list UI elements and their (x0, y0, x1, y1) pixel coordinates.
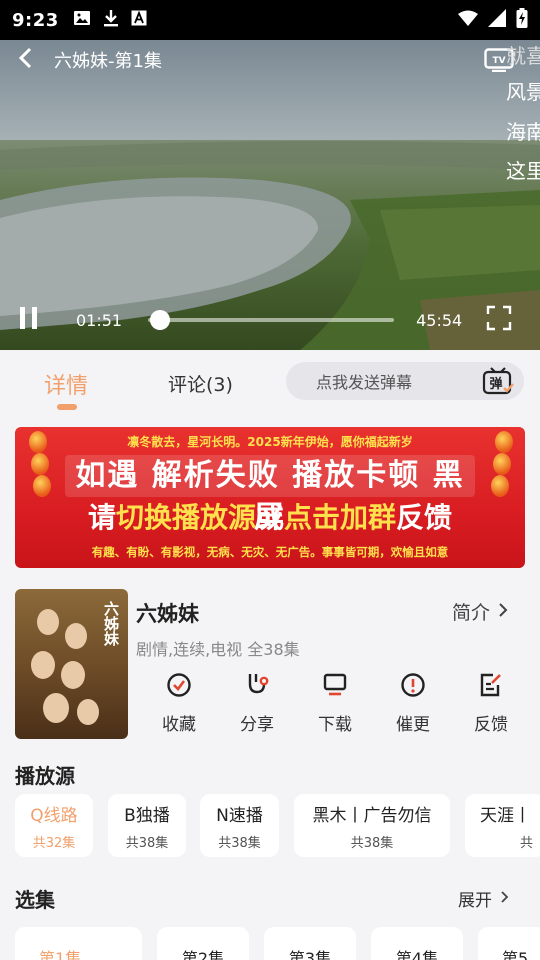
source-item[interactable]: N速播 共38集 (200, 794, 279, 857)
source-list: Q线路 共32集 B独播 共38集 N速播 共38集 黑木丨广告勿信 共38集 天涯丨共 (15, 794, 540, 858)
lantern-decoration (31, 453, 49, 475)
episode-item[interactable]: 第1集 (15, 927, 142, 960)
danmu-text: 就喜 (506, 44, 540, 68)
show-poster[interactable]: 六姊妹 (15, 589, 128, 739)
tab-comment[interactable]: 评论(3) (168, 370, 233, 397)
total-time: 45:54 (416, 310, 463, 330)
font-icon (131, 10, 147, 30)
player-top-bar: 六姊妹-第1集 (0, 40, 540, 80)
tab-detail[interactable]: 详情 (44, 368, 88, 400)
video-title: 六姊妹-第1集 (54, 51, 162, 72)
lantern-decoration (491, 475, 509, 497)
app-root: 9:23 六姊妹-第1集 TV 就喜 风景 海南 这里 01:51 45:54 … (0, 0, 540, 960)
intro-link[interactable]: 简介 (452, 598, 508, 625)
signal-icon (488, 9, 506, 31)
action-row: 收藏 分享 下载 催更 反馈 (140, 672, 540, 735)
episode-item[interactable]: 第2集 (157, 927, 249, 960)
banner-bottom-text: 有趣、有盼、有影视，无病、无灾、无广告。事事皆可期，欢愉且如意 (91, 545, 449, 559)
tab-active-indicator (57, 404, 77, 410)
player-controls: 01:51 45:54 (0, 290, 540, 350)
feedback-icon (478, 672, 504, 702)
status-bar: 9:23 (0, 0, 540, 40)
chevron-right-icon (500, 889, 509, 909)
danmu-toggle-icon[interactable]: 弹 (482, 366, 514, 400)
episodes-title: 选集 (15, 888, 55, 912)
back-arrow-icon[interactable] (18, 47, 32, 73)
pause-icon[interactable] (18, 306, 40, 334)
chevron-right-icon (498, 601, 508, 623)
danmu-text: 这里 (506, 159, 540, 183)
status-time: 9:23 (12, 9, 59, 31)
show-meta: 剧情,连续,电视 全38集 (136, 640, 300, 659)
urge-icon (400, 672, 426, 702)
danmu-text: 海南 (506, 120, 540, 144)
episode-item[interactable]: 第5 (478, 927, 540, 960)
source-item[interactable]: 黑木丨广告勿信 共38集 (294, 794, 450, 857)
source-item[interactable]: Q线路 共32集 (15, 794, 93, 857)
share-button[interactable]: 分享 (218, 672, 296, 735)
collect-button[interactable]: 收藏 (140, 672, 218, 735)
feedback-button[interactable]: 反馈 (452, 672, 530, 735)
banner-headline: 如遇 解析失败 播放卡顿 黑屏 (65, 455, 475, 535)
share-icon (244, 672, 270, 702)
episode-list: 第1集 第2集 第3集 第4集 第5 (15, 927, 540, 960)
source-item[interactable]: B独播 共38集 (108, 794, 186, 857)
lantern-decoration (493, 453, 511, 475)
banner-subline: 请切换播放源或点击加群反馈 (87, 501, 453, 534)
detail-tabs: 详情 评论(3) 点我发送弹幕 弹 (0, 350, 540, 416)
poster-title: 六姊妹 (102, 601, 120, 646)
show-title: 六姊妹 (136, 602, 199, 626)
danmu-placeholder: 点我发送弹幕 (316, 373, 413, 392)
image-icon (73, 10, 91, 30)
seek-bar[interactable] (148, 310, 395, 330)
battery-charging-icon (516, 8, 528, 32)
download-button[interactable]: 下载 (296, 672, 374, 735)
collect-icon (166, 672, 192, 702)
seek-knob[interactable] (149, 310, 170, 330)
wifi-icon (458, 10, 478, 30)
banner-top-text: 凛冬散去，星河长明。2025新年伊始，愿你福起新岁 (127, 435, 413, 449)
sources-title: 播放源 (15, 764, 75, 788)
danmu-text: 风景 (506, 80, 540, 104)
lantern-decoration (33, 475, 51, 497)
video-player[interactable]: 六姊妹-第1集 TV 就喜 风景 海南 这里 01:51 45:54 (0, 40, 540, 350)
episode-item[interactable]: 第3集 (264, 927, 356, 960)
current-time: 01:51 (76, 310, 123, 330)
svg-text:TV: TV (492, 56, 505, 66)
download-icon (322, 672, 348, 702)
svg-text:弹: 弹 (489, 376, 502, 392)
promo-banner[interactable]: 凛冬散去，星河长明。2025新年伊始，愿你福起新岁 如遇 解析失败 播放卡顿 黑… (15, 427, 525, 568)
source-item[interactable]: 天涯丨共 (465, 794, 540, 857)
urge-button[interactable]: 催更 (374, 672, 452, 735)
fullscreen-icon[interactable] (486, 305, 512, 335)
expand-button[interactable]: 展开 (458, 886, 509, 911)
download-icon (103, 9, 119, 31)
episode-item[interactable]: 第4集 (371, 927, 463, 960)
danmu-input[interactable]: 点我发送弹幕 弹 (286, 362, 524, 400)
